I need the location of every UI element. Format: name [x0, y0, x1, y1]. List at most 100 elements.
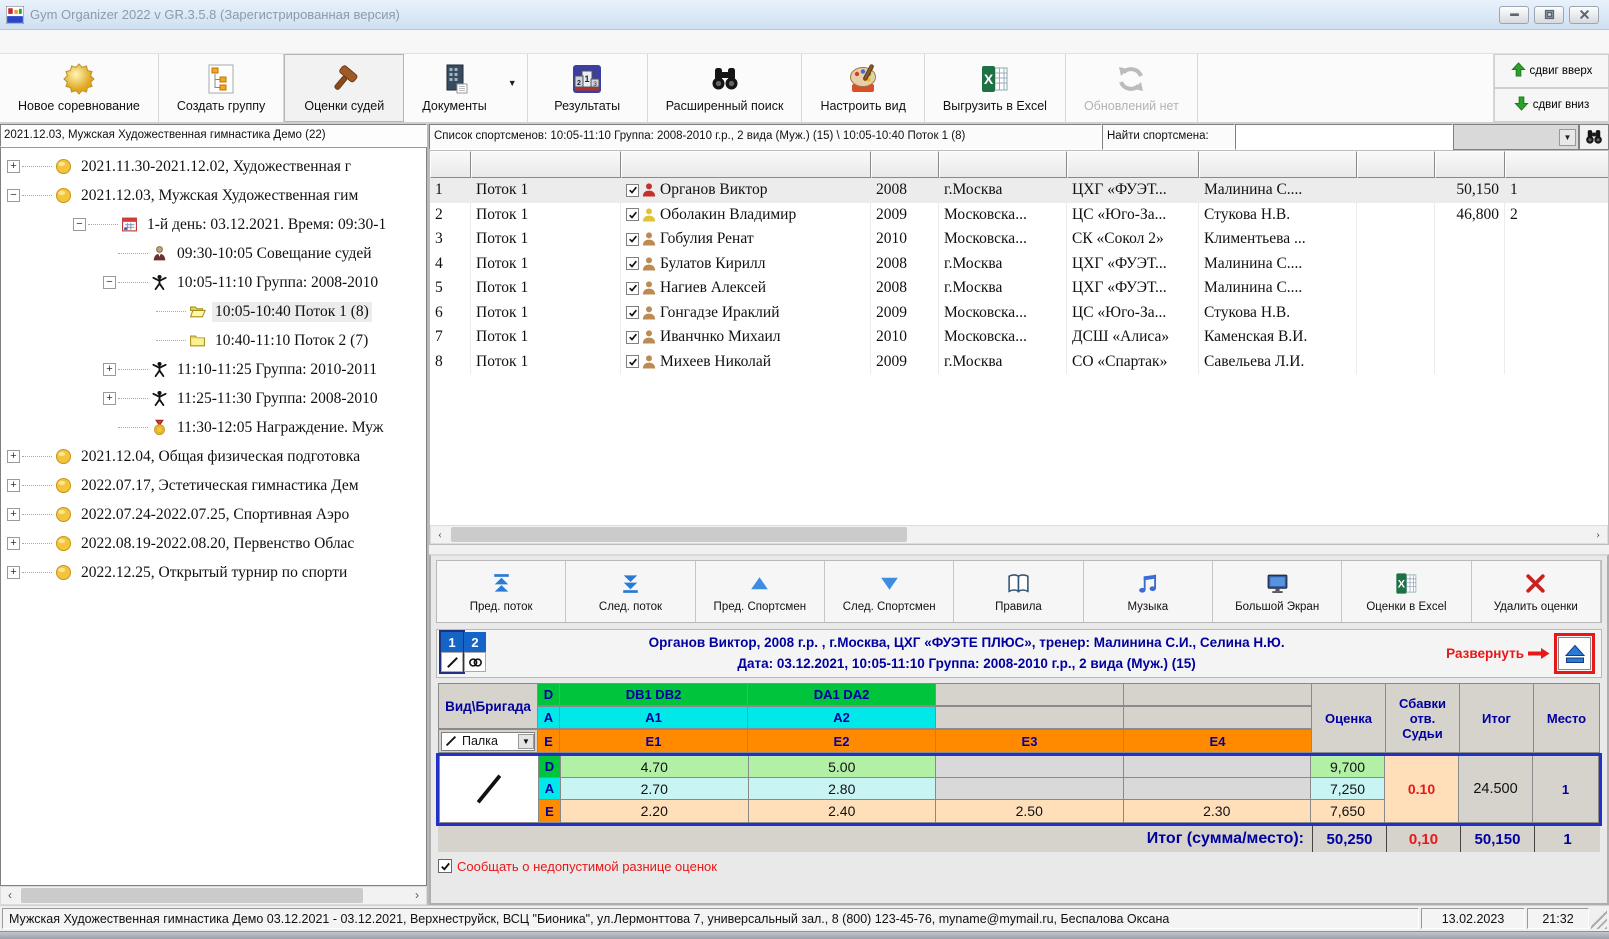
panel-button[interactable]: Пред. Спортсмен [696, 561, 825, 622]
athlete-checkbox[interactable] [626, 355, 639, 368]
menu-item[interactable] [74, 39, 96, 45]
tree-item[interactable]: + 2022.12.25, Открытый турнир по спорти [1, 558, 426, 587]
dropdown-arrow-icon[interactable]: ▼ [508, 78, 517, 88]
tree-item[interactable]: 10:05-10:40 Поток 1 (8) [1, 297, 426, 326]
score-value[interactable]: 2.20 [561, 800, 749, 823]
table-row[interactable]: 3 Поток 1 Гобулия Ренат 2010 Московска..… [430, 227, 1608, 252]
athlete-checkbox[interactable] [626, 208, 639, 221]
tree-expander[interactable]: + [7, 479, 20, 492]
tree-item[interactable]: + 11:10-11:25 Группа: 2010-2011 [1, 355, 426, 384]
tree-item[interactable]: + 2021.11.30-2021.12.02, Художественная … [1, 152, 426, 181]
column-header[interactable] [1199, 151, 1357, 178]
score-value[interactable] [936, 778, 1124, 800]
menu-item[interactable] [96, 39, 118, 45]
tree-expander[interactable]: + [7, 537, 20, 550]
table-row[interactable]: 7 Поток 1 Иванчнко Михаил 2010 Московска… [430, 325, 1608, 350]
tree-item[interactable]: + 2022.08.19-2022.08.20, Первенство Обла… [1, 529, 426, 558]
tree-expander[interactable]: − [73, 218, 86, 231]
rings-icon[interactable] [464, 652, 486, 672]
apparatus-dropdown-icon[interactable]: ▼ [518, 734, 534, 749]
expand-button[interactable] [1558, 637, 1591, 670]
tree-expander[interactable]: + [103, 392, 116, 405]
find-athlete-input[interactable] [1235, 124, 1453, 150]
athlete-checkbox[interactable] [626, 233, 639, 246]
toolbar-button[interactable]: ▼ Новое соревнование [0, 54, 159, 122]
score-value[interactable]: 2.30 [1124, 800, 1312, 823]
table-row[interactable]: 8 Поток 1 Михеев Николай 2009 г.Москва С… [430, 350, 1608, 375]
menu-item[interactable] [52, 39, 74, 45]
scroll-thumb[interactable] [21, 888, 363, 903]
tree-item[interactable]: + 2022.07.24-2022.07.25, Спортивная Аэро [1, 500, 426, 529]
panel-button[interactable]: Правила [954, 561, 1083, 622]
resize-grip[interactable] [1591, 908, 1607, 929]
table-row[interactable]: 1 Поток 1 Органов Виктор 2008 г.Москва Ц… [430, 178, 1608, 203]
slash-icon[interactable] [441, 652, 463, 672]
toolbar-button[interactable]: ▼ Расширенный поиск [648, 54, 803, 122]
column-header[interactable] [939, 151, 1067, 178]
panel-button[interactable]: Пред. поток [437, 561, 566, 622]
tree-item[interactable]: + 2021.12.04, Общая физическая подготовк… [1, 442, 426, 471]
panel-button[interactable]: X Оценки в Excel [1342, 561, 1471, 622]
scroll-thumb[interactable] [451, 527, 907, 542]
toolbar-button[interactable]: ▼ Оценки судей [284, 54, 404, 122]
athlete-filter-dropdown[interactable]: ▼ [1453, 124, 1579, 150]
minimize-button[interactable] [1499, 6, 1529, 24]
athlete-checkbox[interactable] [626, 306, 639, 319]
panel-button[interactable]: След. поток [566, 561, 695, 622]
column-header[interactable] [1505, 151, 1608, 178]
tree-horizontal-scrollbar[interactable]: ‹ › [0, 886, 427, 905]
table-row[interactable]: 6 Поток 1 Гонгадзе Ираклий 2009 Московск… [430, 301, 1608, 326]
scroll-right-icon[interactable]: › [1589, 526, 1607, 543]
shift-button[interactable]: сдвиг вниз [1494, 88, 1609, 122]
score-value[interactable] [936, 756, 1124, 778]
combo-arrow-icon[interactable]: ▼ [1559, 129, 1576, 146]
apparatus-tab[interactable]: 1 [441, 632, 463, 672]
tree-item[interactable]: + 11:25-11:30 Группа: 2008-2010 [1, 384, 426, 413]
column-header[interactable] [1067, 151, 1199, 178]
menu-item[interactable] [8, 39, 30, 45]
tree-expander[interactable]: + [7, 160, 20, 173]
tree-item[interactable]: 09:30-10:05 Совещание судей [1, 239, 426, 268]
toolbar-button[interactable]: X ▼ Выгрузить в Excel [925, 54, 1066, 122]
toolbar-button[interactable]: 123 ▼ Результаты [528, 54, 648, 122]
tree-item[interactable]: + 2022.07.17, Эстетическая гимнастика Де… [1, 471, 426, 500]
score-value[interactable]: 2.70 [561, 778, 749, 800]
athlete-checkbox[interactable] [626, 331, 639, 344]
find-button[interactable] [1579, 124, 1609, 150]
panel-button[interactable]: Большой Экран [1213, 561, 1342, 622]
tree-expander[interactable]: − [103, 276, 116, 289]
athlete-checkbox[interactable] [626, 282, 639, 295]
column-header[interactable] [1357, 151, 1435, 178]
tree-expander[interactable]: + [7, 450, 20, 463]
column-header[interactable] [871, 151, 939, 178]
score-value[interactable]: 2.40 [749, 800, 937, 823]
tree-expander[interactable]: − [7, 189, 20, 202]
table-horizontal-scrollbar[interactable]: ‹ › [430, 525, 1608, 544]
panel-button[interactable]: Удалить оценки [1472, 561, 1601, 622]
column-header[interactable] [471, 151, 621, 178]
tree-item[interactable]: 11:30-12:05 Награждение. Муж [1, 413, 426, 442]
score-value[interactable]: 2.50 [936, 800, 1124, 823]
tree-expander[interactable]: + [103, 363, 116, 376]
score-value[interactable]: 4.70 [561, 756, 749, 778]
tree-item[interactable]: − 1-й день: 03.12.2021. Время: 09:30-1 [1, 210, 426, 239]
column-header[interactable] [621, 151, 871, 178]
close-button[interactable] [1569, 6, 1599, 24]
score-value[interactable]: 5.00 [749, 756, 937, 778]
panel-button[interactable]: Музыка [1084, 561, 1213, 622]
toolbar-button[interactable]: ▼ Документы [404, 54, 527, 122]
apparatus-select[interactable]: Палка ▼ [441, 732, 535, 751]
toolbar-button[interactable]: ▼ Обновлений нет [1066, 54, 1198, 122]
table-row[interactable]: 2 Поток 1 Оболакин Владимир 2009 Московс… [430, 203, 1608, 228]
score-value[interactable]: 2.80 [749, 778, 937, 800]
apparatus-tab[interactable]: 2 [464, 632, 486, 672]
table-row[interactable]: 5 Поток 1 Нагиев Алексей 2008 г.Москва Ц… [430, 276, 1608, 301]
maximize-button[interactable] [1534, 6, 1564, 24]
toolbar-button[interactable]: ▼ Создать группу [159, 54, 284, 122]
score-value[interactable] [1124, 778, 1312, 800]
toolbar-button[interactable]: ▼ Настроить вид [802, 54, 924, 122]
warning-checkbox[interactable] [438, 859, 452, 873]
tree-item[interactable]: 10:40-11:10 Поток 2 (7) [1, 326, 426, 355]
scroll-right-icon[interactable]: › [408, 887, 426, 904]
tree-expander[interactable]: + [7, 508, 20, 521]
